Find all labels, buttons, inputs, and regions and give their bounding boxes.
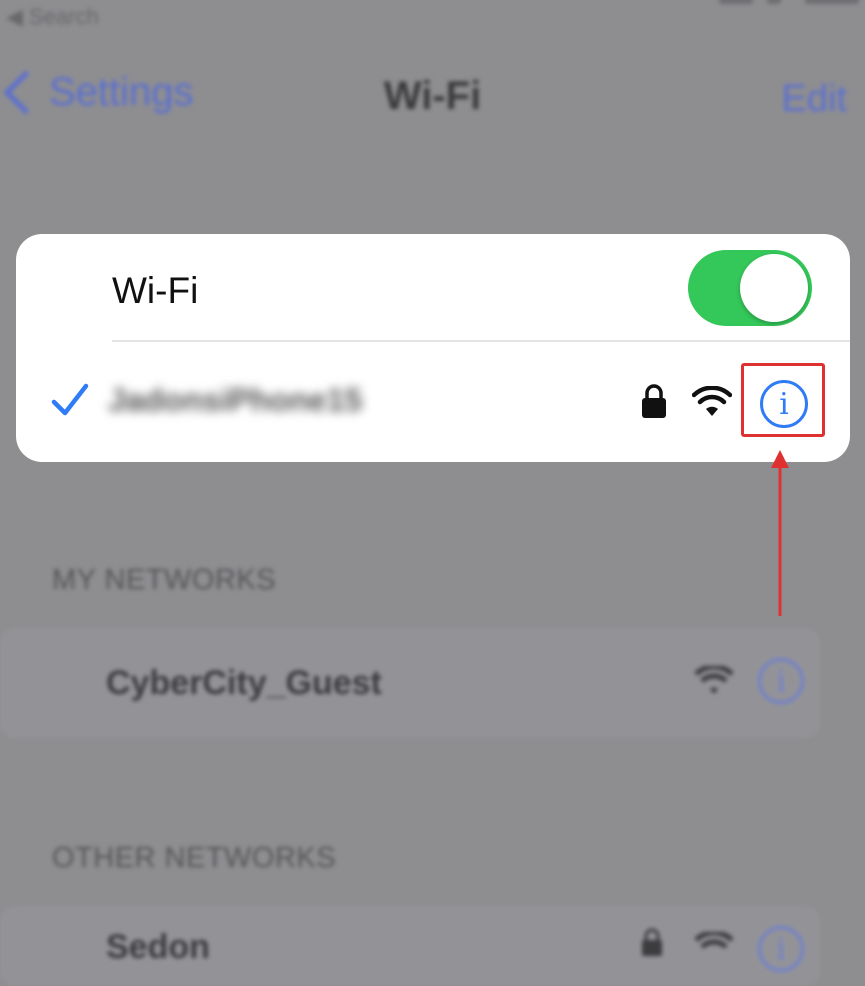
lock-icon <box>642 928 662 956</box>
info-icon[interactable]: i <box>758 926 804 972</box>
navigation-bar: Settings Wi-Fi Edit <box>0 60 865 140</box>
toggle-knob <box>740 254 808 322</box>
my-networks-list: CyberCity_Guest i <box>0 628 820 738</box>
info-icon[interactable]: i <box>758 658 804 704</box>
wifi-toggle-label: Wi-Fi <box>112 270 199 311</box>
status-back-link[interactable]: ◀ Search <box>6 4 99 30</box>
arrow-up-icon <box>771 450 789 616</box>
checkmark-icon <box>51 383 89 416</box>
wifi-signal-icon <box>694 932 734 949</box>
edit-button[interactable]: Edit <box>782 78 847 121</box>
connected-network-name[interactable]: JadonsiPhone15 <box>108 382 408 418</box>
lock-icon <box>642 384 666 418</box>
wifi-settings-card: Wi-Fi JadonsiPhone15 i <box>16 234 850 462</box>
other-networks-list: Sedon i <box>0 906 820 986</box>
network-name[interactable]: Sedon <box>106 928 210 967</box>
wifi-signal-icon <box>694 666 734 694</box>
wifi-signal-icon <box>692 386 732 416</box>
page-title: Wi-Fi <box>383 74 482 118</box>
status-indicators <box>705 0 865 8</box>
other-networks-header: OTHER NETWORKS <box>52 842 337 874</box>
highlight-box <box>741 363 825 437</box>
my-networks-header: MY NETWORKS <box>52 564 277 596</box>
network-name[interactable]: CyberCity_Guest <box>106 664 382 703</box>
wifi-toggle[interactable] <box>688 250 812 326</box>
divider <box>112 340 850 342</box>
